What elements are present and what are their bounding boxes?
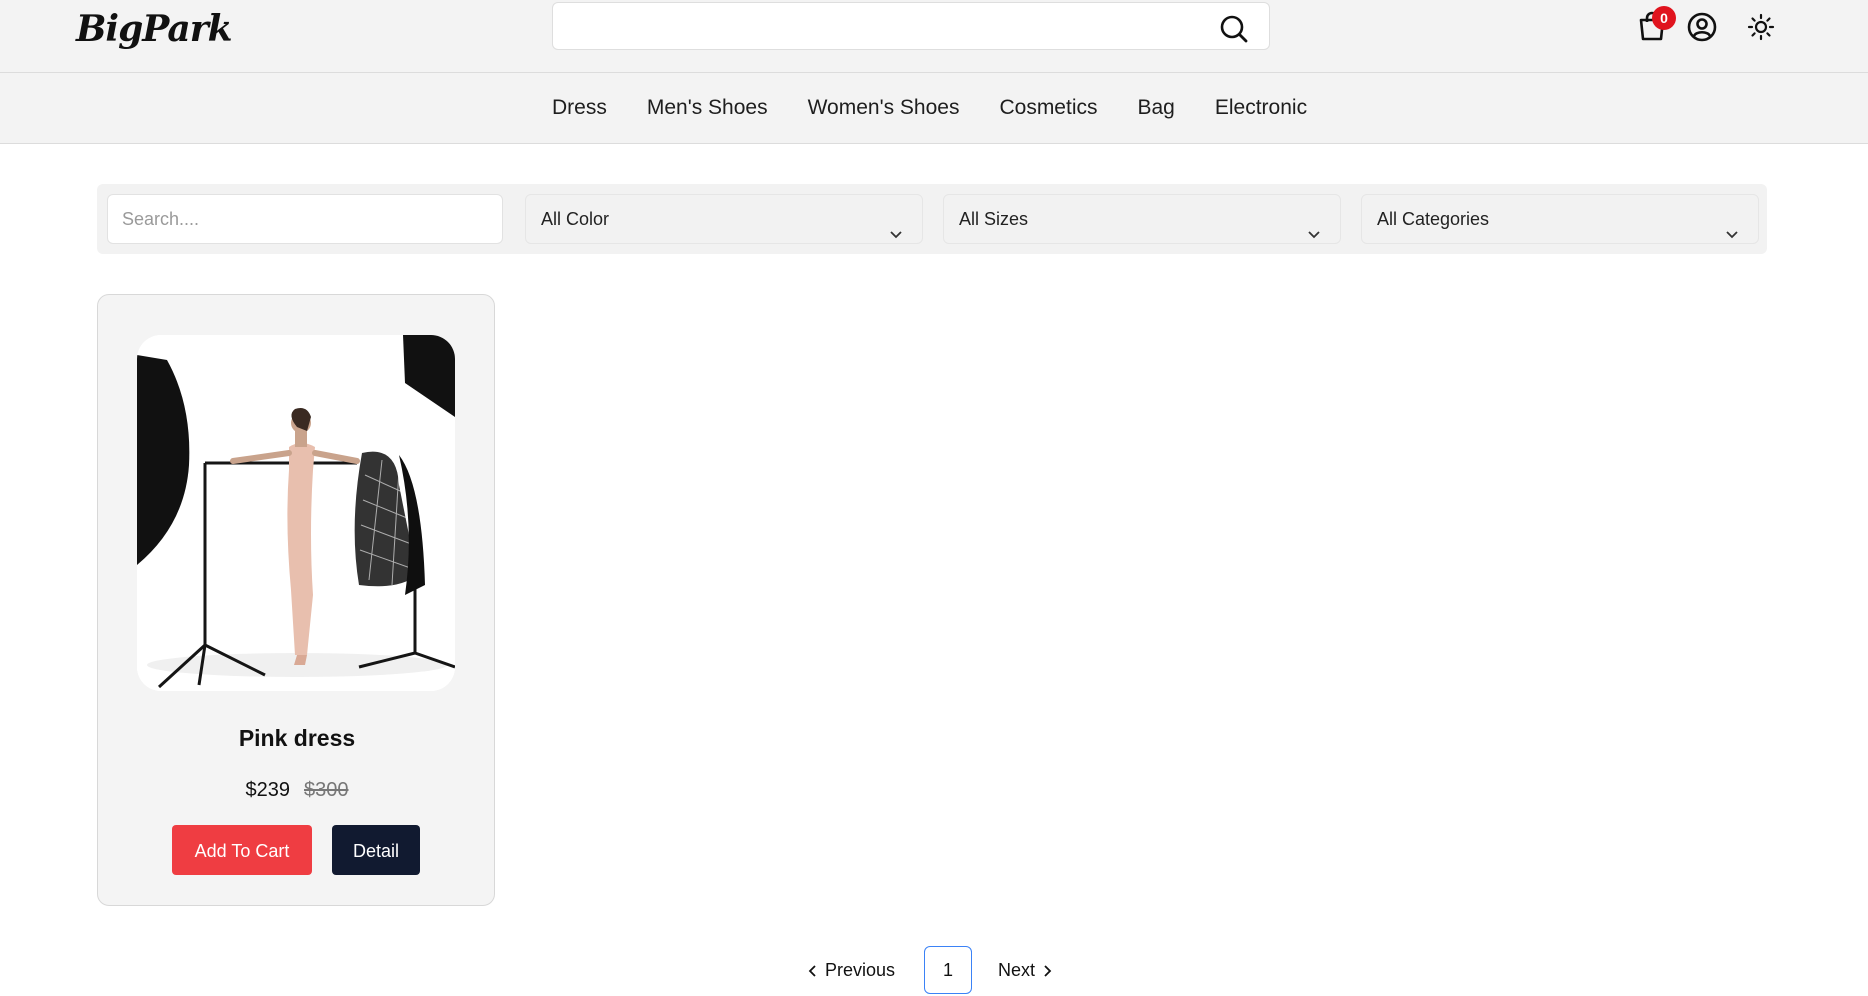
search-icon[interactable]	[1219, 14, 1249, 44]
color-select[interactable]: All Color	[525, 194, 923, 244]
chevron-down-icon	[1306, 212, 1322, 239]
pagination: Previous 1 Next	[0, 946, 1868, 996]
next-label: Next	[998, 960, 1036, 980]
product-search-input[interactable]	[107, 194, 503, 244]
previous-page-button[interactable]: Previous	[806, 960, 895, 981]
nav-item-cosmetics[interactable]: Cosmetics	[999, 96, 1097, 120]
size-select-value: All Sizes	[959, 209, 1029, 229]
account-icon[interactable]	[1686, 11, 1718, 43]
nav-item-womens-shoes[interactable]: Women's Shoes	[808, 96, 960, 120]
filter-bar: All Color All Sizes All Categories	[97, 184, 1767, 254]
color-select-value: All Color	[541, 209, 610, 229]
next-page-button[interactable]: Next	[998, 960, 1054, 981]
top-header: BigPark 0	[0, 0, 1868, 73]
size-select[interactable]: All Sizes	[943, 194, 1341, 244]
page-number-button[interactable]: 1	[924, 946, 972, 994]
chevron-left-icon	[806, 960, 825, 980]
nav-item-electronic[interactable]: Electronic	[1215, 96, 1307, 120]
chevron-down-icon	[1724, 212, 1740, 239]
add-to-cart-button[interactable]: Add To Cart	[172, 825, 312, 875]
product-prices: $239 $300	[98, 779, 496, 802]
logo[interactable]: BigPark	[76, 8, 233, 50]
product-card: Pink dress $239 $300 Add To Cart Detail	[97, 294, 495, 906]
sun-icon[interactable]	[1746, 12, 1776, 42]
nav-item-dress[interactable]: Dress	[552, 96, 607, 120]
category-select[interactable]: All Categories	[1361, 194, 1759, 244]
detail-button[interactable]: Detail	[332, 825, 420, 875]
product-old-price: $300	[304, 779, 349, 801]
category-select-value: All Categories	[1377, 209, 1490, 229]
header-search-bar[interactable]	[552, 2, 1270, 50]
chevron-right-icon	[1040, 960, 1054, 980]
nav-item-mens-shoes[interactable]: Men's Shoes	[647, 96, 768, 120]
chevron-down-icon	[888, 212, 904, 239]
nav-item-bag[interactable]: Bag	[1138, 96, 1175, 120]
product-image[interactable]	[137, 335, 455, 691]
product-name[interactable]: Pink dress	[98, 725, 496, 752]
cart-count-badge: 0	[1652, 6, 1676, 30]
previous-label: Previous	[825, 960, 896, 980]
category-nav: Dress Men's Shoes Women's Shoes Cosmetic…	[0, 73, 1868, 144]
product-price: $239	[245, 779, 291, 801]
